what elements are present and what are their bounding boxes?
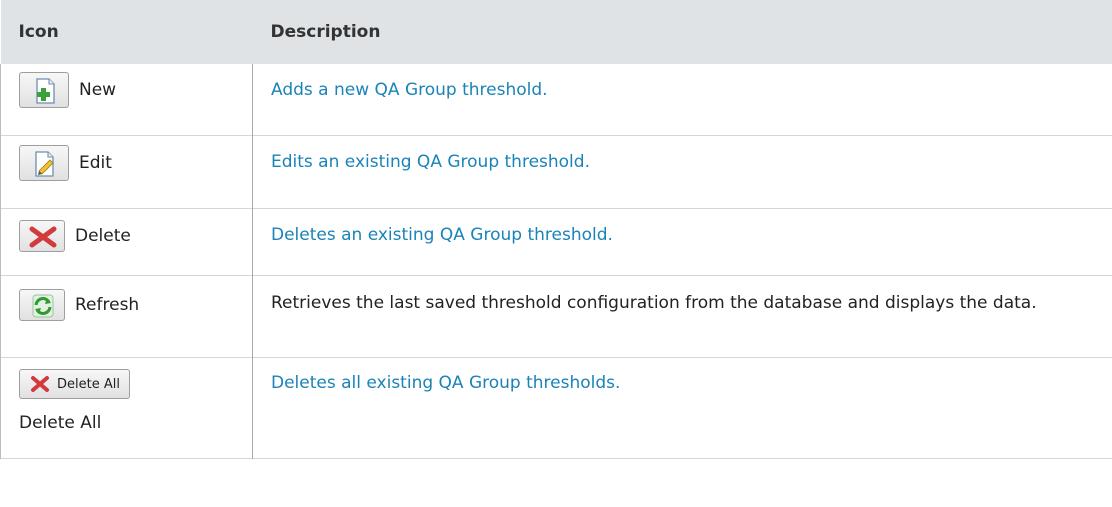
description-cell: Edits an existing QA Group threshold. — [253, 136, 1112, 209]
delete-button[interactable] — [19, 220, 65, 252]
delete-all-icon — [31, 376, 49, 392]
table-header-row: Icon Description — [0, 0, 1112, 64]
header-icon: Icon — [0, 0, 253, 64]
row-label: Delete — [75, 226, 131, 246]
new-icon — [36, 78, 55, 104]
icon-cell: Edit — [0, 135, 253, 209]
icon-cell: Delete All Delete All — [0, 357, 253, 459]
header-description: Description — [252, 0, 1112, 64]
refresh-icon — [32, 294, 54, 318]
icon-cell: Delete — [0, 208, 253, 276]
table-row: Delete All Delete All Deletes all existi… — [0, 357, 1112, 459]
row-label: Delete All — [19, 413, 102, 433]
table-row: Delete Deletes an existing QA Group thre… — [0, 208, 1112, 276]
delete-all-button-text: Delete All — [57, 376, 120, 392]
description-cell: Adds a new QA Group threshold. — [253, 64, 1112, 136]
description-cell: Deletes an existing QA Group threshold. — [253, 209, 1112, 276]
description-cell: Retrieves the last saved threshold confi… — [253, 276, 1112, 358]
description-text: Deletes an existing QA Group threshold. — [271, 225, 613, 245]
icon-cell: Refresh — [0, 275, 253, 358]
table-row: New Adds a new QA Group threshold. — [0, 64, 1112, 136]
delete-icon — [29, 226, 57, 248]
row-label: Refresh — [75, 295, 140, 315]
table-row: Refresh Retrieves the last saved thresho… — [0, 275, 1112, 358]
icon-cell: New — [0, 64, 253, 136]
new-button[interactable] — [19, 72, 69, 108]
row-label: Edit — [79, 153, 112, 173]
row-label: New — [79, 80, 117, 100]
description-text: Retrieves the last saved threshold confi… — [271, 293, 1037, 313]
refresh-button[interactable] — [19, 289, 65, 321]
description-text: Adds a new QA Group threshold. — [271, 80, 548, 100]
table-row: Edit Edits an existing QA Group threshol… — [0, 135, 1112, 209]
icon-description-table: Icon Description New Adds a new QA Group… — [0, 0, 1112, 459]
edit-icon — [35, 151, 54, 177]
description-text: Edits an existing QA Group threshold. — [271, 152, 590, 172]
description-cell: Deletes all existing QA Group thresholds… — [253, 358, 1112, 459]
edit-button[interactable] — [19, 145, 69, 181]
delete-all-button[interactable]: Delete All — [19, 369, 130, 399]
description-text: Deletes all existing QA Group thresholds… — [271, 373, 621, 393]
